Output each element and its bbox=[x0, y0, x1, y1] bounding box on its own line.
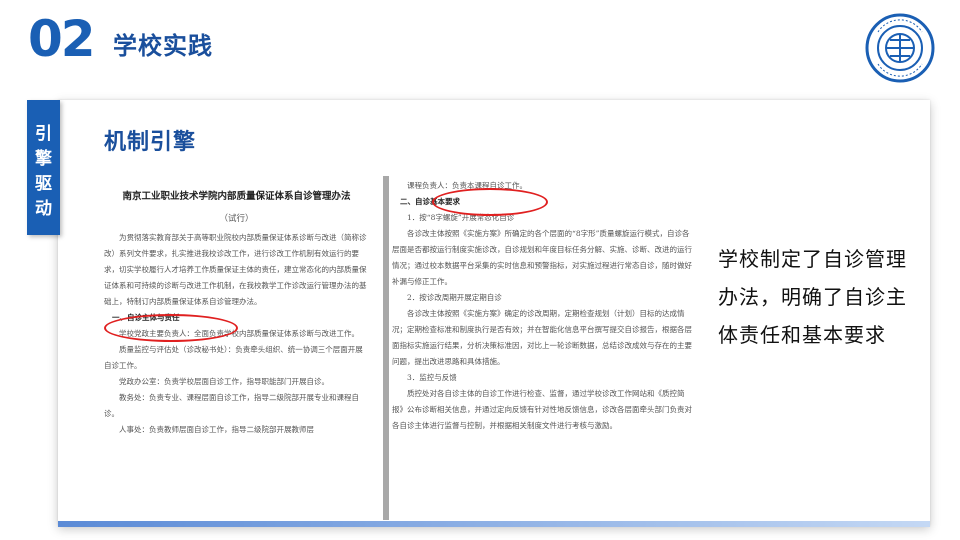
document-subtitle: （试行） bbox=[219, 214, 254, 224]
document-title: 南京工业职业技术学院内部质量保证体系自诊管理办法 bbox=[122, 191, 351, 202]
paragraph: 质控处对各自诊主体的自诊工作进行检查、监督，通过学校诊改工作网站和《质控简报》公… bbox=[392, 389, 692, 430]
paragraph: 人事处：负责教师层面自诊工作，指导二级院部开展教师层 bbox=[119, 425, 314, 434]
paragraph: 课程负责人：负责本课程自诊工作。 bbox=[407, 181, 527, 190]
summary-text: 学校制定了自诊管理办法，明确了自诊主体责任和基本要求 bbox=[718, 247, 907, 347]
paragraph: 3．监控与反馈 bbox=[407, 373, 457, 382]
paragraph: 质量监控与评估处（诊改秘书处）：负责牵头组织、统一协调三个层面开展自诊工作。 bbox=[104, 345, 363, 370]
page-divider bbox=[383, 176, 389, 520]
paragraph: 教务处：负责专业、课程层面自诊工作，指导二级院部开展专业和课程自诊。 bbox=[104, 393, 359, 418]
paragraph: 各诊改主体按照《实施方案》所确定的各个层面的“8字形”质量螺旋运行模式，自诊各层… bbox=[392, 229, 692, 286]
card-bottom-bar bbox=[58, 521, 930, 527]
school-emblem-icon bbox=[865, 13, 935, 83]
subtitle: 机制引擎 bbox=[104, 130, 197, 155]
paragraph: 为贯彻落实教育部关于高等职业院校内部质量保证体系诊断与改进（简称诊改）系列文件要… bbox=[104, 233, 367, 306]
document-page-right: 课程负责人：负责本课程自诊工作。 二、自诊基本要求 1．按“8字螺旋”开展常态化… bbox=[392, 178, 692, 518]
paragraph: 1．按“8字螺旋”开展常态化自诊 bbox=[407, 213, 515, 222]
paragraph: 2．按诊改周期开展定期自诊 bbox=[407, 293, 502, 302]
paragraph: 各诊改主体按照《实施方案》确定的诊改周期，定期检查规划（计划）目标的达成情况；定… bbox=[392, 309, 692, 366]
section-title: 学校实践 bbox=[113, 32, 213, 60]
paragraph: 党政办公室：负责学校层面自诊工作，指导职能部门开展自诊。 bbox=[119, 377, 329, 386]
highlight-ellipse-left bbox=[104, 314, 238, 342]
section-number: 02 bbox=[28, 10, 96, 68]
highlight-ellipse-right bbox=[432, 188, 548, 216]
document-page-left: 南京工业职业技术学院内部质量保证体系自诊管理办法 （试行） 为贯彻落实教育部关于… bbox=[104, 178, 369, 518]
side-tab: 引擎驱动 bbox=[27, 100, 60, 235]
